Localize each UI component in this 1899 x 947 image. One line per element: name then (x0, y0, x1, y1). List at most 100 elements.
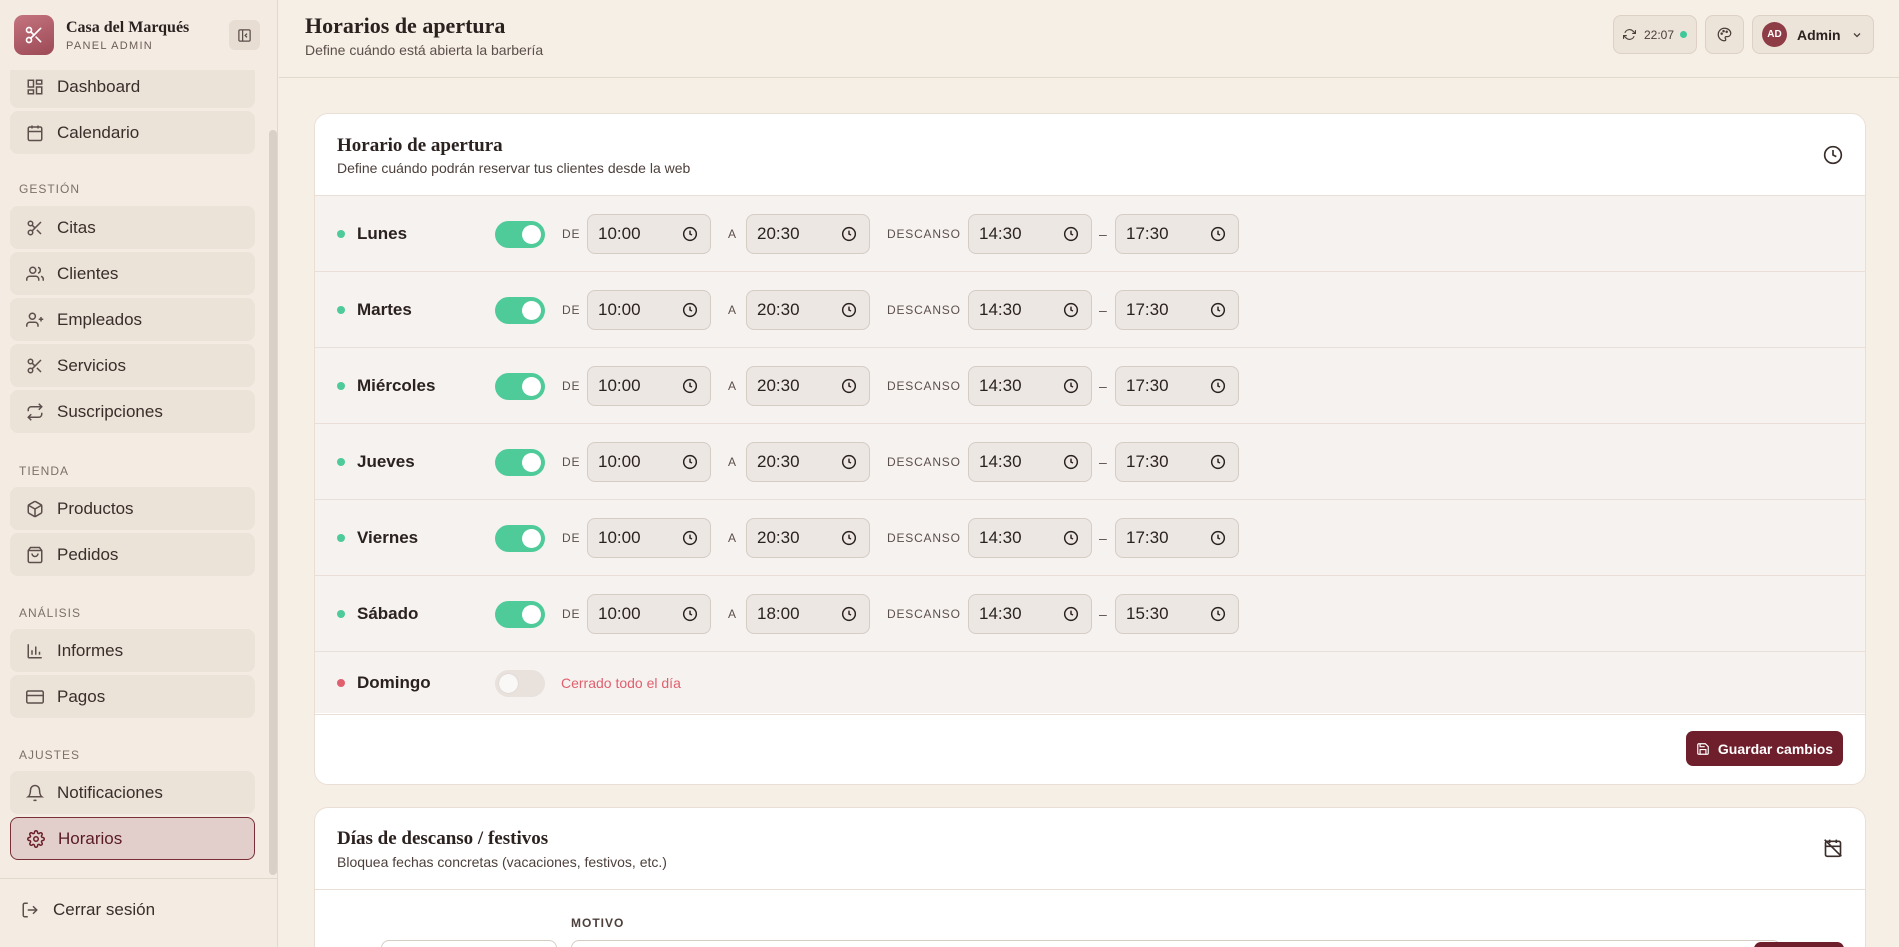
save-button[interactable]: Guardar cambios (1686, 731, 1843, 766)
separator: – (1099, 302, 1108, 318)
clock-icon[interactable] (1210, 378, 1226, 394)
close-time-input[interactable]: 20:30 (746, 518, 870, 558)
clock-icon[interactable] (682, 454, 698, 470)
clock-icon[interactable] (1063, 378, 1079, 394)
sync-status-button[interactable]: 22:07 (1613, 15, 1697, 54)
theme-button[interactable] (1705, 15, 1744, 54)
break-start-input[interactable]: 14:30 (968, 518, 1092, 558)
user-plus-icon (24, 309, 46, 331)
clock-icon[interactable] (1210, 606, 1226, 622)
open-time-input[interactable]: 10:00 (587, 518, 711, 558)
sidebar-item-clientes[interactable]: Clientes (10, 252, 255, 295)
panel-left-icon (238, 28, 251, 42)
day-name: Sábado (357, 604, 419, 623)
day-open-toggle[interactable] (495, 525, 545, 552)
day-open-toggle[interactable] (495, 449, 545, 476)
to-label: A (728, 227, 737, 241)
schedule-card-title: Horario de apertura (337, 135, 503, 156)
motivo-input[interactable] (571, 940, 1781, 947)
sidebar-item-pagos[interactable]: Pagos (10, 675, 255, 718)
clock-icon[interactable] (682, 378, 698, 394)
day-open-toggle[interactable] (495, 297, 545, 324)
day-open-toggle[interactable] (495, 670, 545, 697)
section-label-ajustes: AJUSTES (19, 748, 81, 762)
day-open-toggle[interactable] (495, 373, 545, 400)
break-start-input[interactable]: 14:30 (968, 442, 1092, 482)
close-time-input[interactable]: 20:30 (746, 290, 870, 330)
break-start-input[interactable]: 14:30 (968, 594, 1092, 634)
logout-button[interactable]: Cerrar sesión (21, 900, 155, 920)
day-open-toggle[interactable] (495, 601, 545, 628)
break-end-input[interactable]: 17:30 (1115, 290, 1239, 330)
add-holiday-button[interactable] (1754, 942, 1844, 947)
sidebar-item-suscripciones[interactable]: Suscripciones (10, 390, 255, 433)
sidebar-scrollbar[interactable] (269, 130, 277, 875)
open-time-input[interactable]: 10:00 (587, 214, 711, 254)
open-time-value: 10:00 (598, 376, 641, 395)
sidebar-item-informes[interactable]: Informes (10, 629, 255, 672)
sidebar-item-citas[interactable]: Citas (10, 206, 255, 249)
separator: – (1099, 530, 1108, 546)
collapse-sidebar-button[interactable] (229, 20, 260, 50)
close-time-input[interactable]: 20:30 (746, 442, 870, 482)
chevron-down-icon (1853, 32, 1861, 37)
dashboard-icon (24, 76, 46, 98)
clock-icon[interactable] (682, 226, 698, 242)
clock-icon[interactable] (841, 226, 857, 242)
clock-icon[interactable] (841, 530, 857, 546)
break-end-input[interactable]: 17:30 (1115, 366, 1239, 406)
break-end-input[interactable]: 17:30 (1115, 518, 1239, 558)
sidebar-item-productos[interactable]: Productos (10, 487, 255, 530)
break-end-input[interactable]: 17:30 (1115, 442, 1239, 482)
clock-icon[interactable] (1063, 606, 1079, 622)
open-time-input[interactable]: 10:00 (587, 594, 711, 634)
clock-icon[interactable] (1210, 226, 1226, 242)
page-subtitle: Define cuándo está abierta la barbería (305, 42, 544, 58)
break-start-value: 14:30 (979, 224, 1022, 243)
day-open-toggle[interactable] (495, 221, 545, 248)
close-time-input[interactable]: 20:30 (746, 214, 870, 254)
date-input[interactable] (381, 940, 557, 947)
clock-icon[interactable] (1063, 454, 1079, 470)
clock-icon[interactable] (682, 302, 698, 318)
clock-icon[interactable] (1210, 530, 1226, 546)
open-time-input[interactable]: 10:00 (587, 442, 711, 482)
break-start-input[interactable]: 14:30 (968, 214, 1092, 254)
break-end-input[interactable]: 15:30 (1115, 594, 1239, 634)
sidebar-item-calendario[interactable]: Calendario (10, 111, 255, 154)
break-end-input[interactable]: 17:30 (1115, 214, 1239, 254)
from-label: DE (562, 303, 581, 317)
clock-icon[interactable] (1063, 302, 1079, 318)
open-time-input[interactable]: 10:00 (587, 366, 711, 406)
day-name: Miércoles (357, 376, 436, 395)
close-time-input[interactable]: 20:30 (746, 366, 870, 406)
clock-icon[interactable] (841, 302, 857, 318)
clock-icon[interactable] (682, 606, 698, 622)
break-start-input[interactable]: 14:30 (968, 290, 1092, 330)
online-indicator (1680, 31, 1688, 38)
brand[interactable]: Casa del Marqués PANEL ADMIN (14, 15, 189, 55)
clock-icon[interactable] (841, 454, 857, 470)
close-time-input[interactable]: 18:00 (746, 594, 870, 634)
open-time-value: 10:00 (598, 224, 641, 243)
clock-icon[interactable] (682, 530, 698, 546)
to-label: A (728, 607, 737, 621)
sidebar-item-empleados[interactable]: Empleados (10, 298, 255, 341)
close-time-value: 20:30 (757, 528, 800, 547)
clock-icon[interactable] (1210, 454, 1226, 470)
sidebar-item-dashboard[interactable]: Dashboard (10, 70, 255, 108)
sidebar-item-notificaciones[interactable]: Notificaciones (10, 771, 255, 814)
sidebar-item-horarios[interactable]: Horarios (10, 817, 255, 860)
clock-icon[interactable] (841, 378, 857, 394)
sidebar-item-label: Horarios (58, 828, 123, 848)
break-start-input[interactable]: 14:30 (968, 366, 1092, 406)
sidebar-item-pedidos[interactable]: Pedidos (10, 533, 255, 576)
clock-icon[interactable] (1063, 226, 1079, 242)
clock-icon[interactable] (841, 606, 857, 622)
open-time-input[interactable]: 10:00 (587, 290, 711, 330)
clock-icon[interactable] (1063, 530, 1079, 546)
clock-icon[interactable] (1210, 302, 1226, 318)
sidebar-item-servicios[interactable]: Servicios (10, 344, 255, 387)
user-menu-button[interactable]: AD Admin (1752, 15, 1874, 54)
gear-icon (25, 828, 47, 850)
